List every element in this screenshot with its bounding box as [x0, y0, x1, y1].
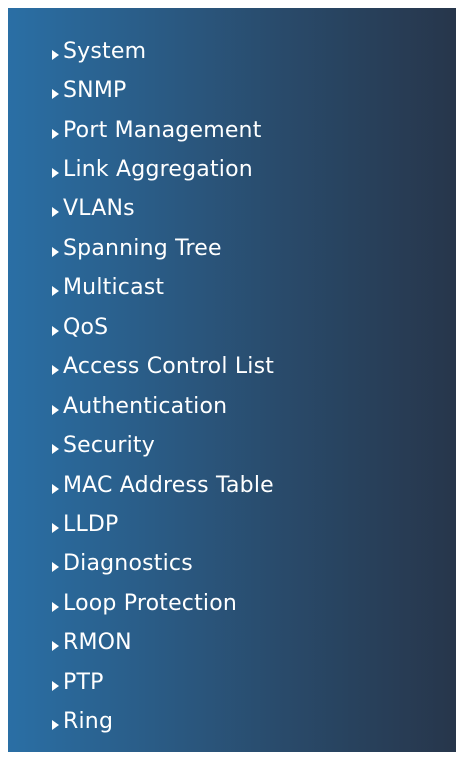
menu-item-vlans[interactable]: VLANs [52, 190, 274, 229]
triangle-right-icon [52, 128, 59, 139]
menu-item-label: Link Aggregation [63, 157, 253, 183]
menu-item-label: Authentication [63, 393, 228, 419]
triangle-right-icon [52, 680, 59, 691]
triangle-right-icon [52, 168, 59, 179]
menu-item-label: LLDP [63, 511, 119, 537]
menu-item-authentication[interactable]: Authentication [52, 387, 274, 426]
menu-item-access-control-list[interactable]: Access Control List [52, 348, 274, 387]
menu-item-label: Ring [63, 709, 114, 735]
menu-item-rmon[interactable]: RMON [52, 624, 274, 663]
menu-item-label: SNMP [63, 78, 127, 104]
menu-item-label: Diagnostics [63, 551, 193, 577]
triangle-right-icon [52, 444, 59, 455]
menu-item-label: Loop Protection [63, 590, 238, 616]
menu-item-label: Port Management [63, 117, 262, 143]
menu-item-label: Spanning Tree [63, 235, 222, 261]
triangle-right-icon [52, 89, 59, 100]
menu-item-qos[interactable]: QoS [52, 308, 274, 347]
triangle-right-icon [52, 522, 59, 533]
triangle-right-icon [52, 641, 59, 652]
triangle-right-icon [52, 207, 59, 218]
menu-item-system[interactable]: System [52, 32, 274, 71]
menu-item-label: Multicast [63, 275, 165, 301]
menu-item-snmp[interactable]: SNMP [52, 71, 274, 110]
menu-item-lldp[interactable]: LLDP [52, 505, 274, 544]
menu-item-label: VLANs [63, 196, 135, 222]
triangle-right-icon [52, 246, 59, 257]
menu-item-port-management[interactable]: Port Management [52, 111, 274, 150]
menu-item-label: Access Control List [63, 354, 275, 380]
menu-item-label: QoS [63, 314, 109, 340]
menu-item-label: PTP [63, 669, 104, 695]
triangle-right-icon [52, 365, 59, 376]
menu-item-diagnostics[interactable]: Diagnostics [52, 545, 274, 584]
triangle-right-icon [52, 49, 59, 60]
menu-item-mac-address-table[interactable]: MAC Address Table [52, 466, 274, 505]
menu-item-link-aggregation[interactable]: Link Aggregation [52, 150, 274, 189]
menu-item-label: Security [63, 433, 155, 459]
triangle-right-icon [52, 286, 59, 297]
menu-item-ptp[interactable]: PTP [52, 663, 274, 702]
triangle-right-icon [52, 562, 59, 573]
menu-item-multicast[interactable]: Multicast [52, 269, 274, 308]
menu-item-ring[interactable]: Ring [52, 702, 274, 741]
navigation-menu: System SNMP Port Management Link Aggrega… [52, 32, 274, 742]
triangle-right-icon [52, 325, 59, 336]
navigation-menu-panel: System SNMP Port Management Link Aggrega… [8, 8, 456, 752]
menu-item-label: RMON [63, 630, 132, 656]
triangle-right-icon [52, 404, 59, 415]
menu-item-label: MAC Address Table [63, 472, 274, 498]
menu-item-loop-protection[interactable]: Loop Protection [52, 584, 274, 623]
menu-item-spanning-tree[interactable]: Spanning Tree [52, 229, 274, 268]
triangle-right-icon [52, 601, 59, 612]
triangle-right-icon [52, 720, 59, 731]
menu-item-security[interactable]: Security [52, 426, 274, 465]
menu-item-label: System [63, 38, 147, 64]
triangle-right-icon [52, 483, 59, 494]
